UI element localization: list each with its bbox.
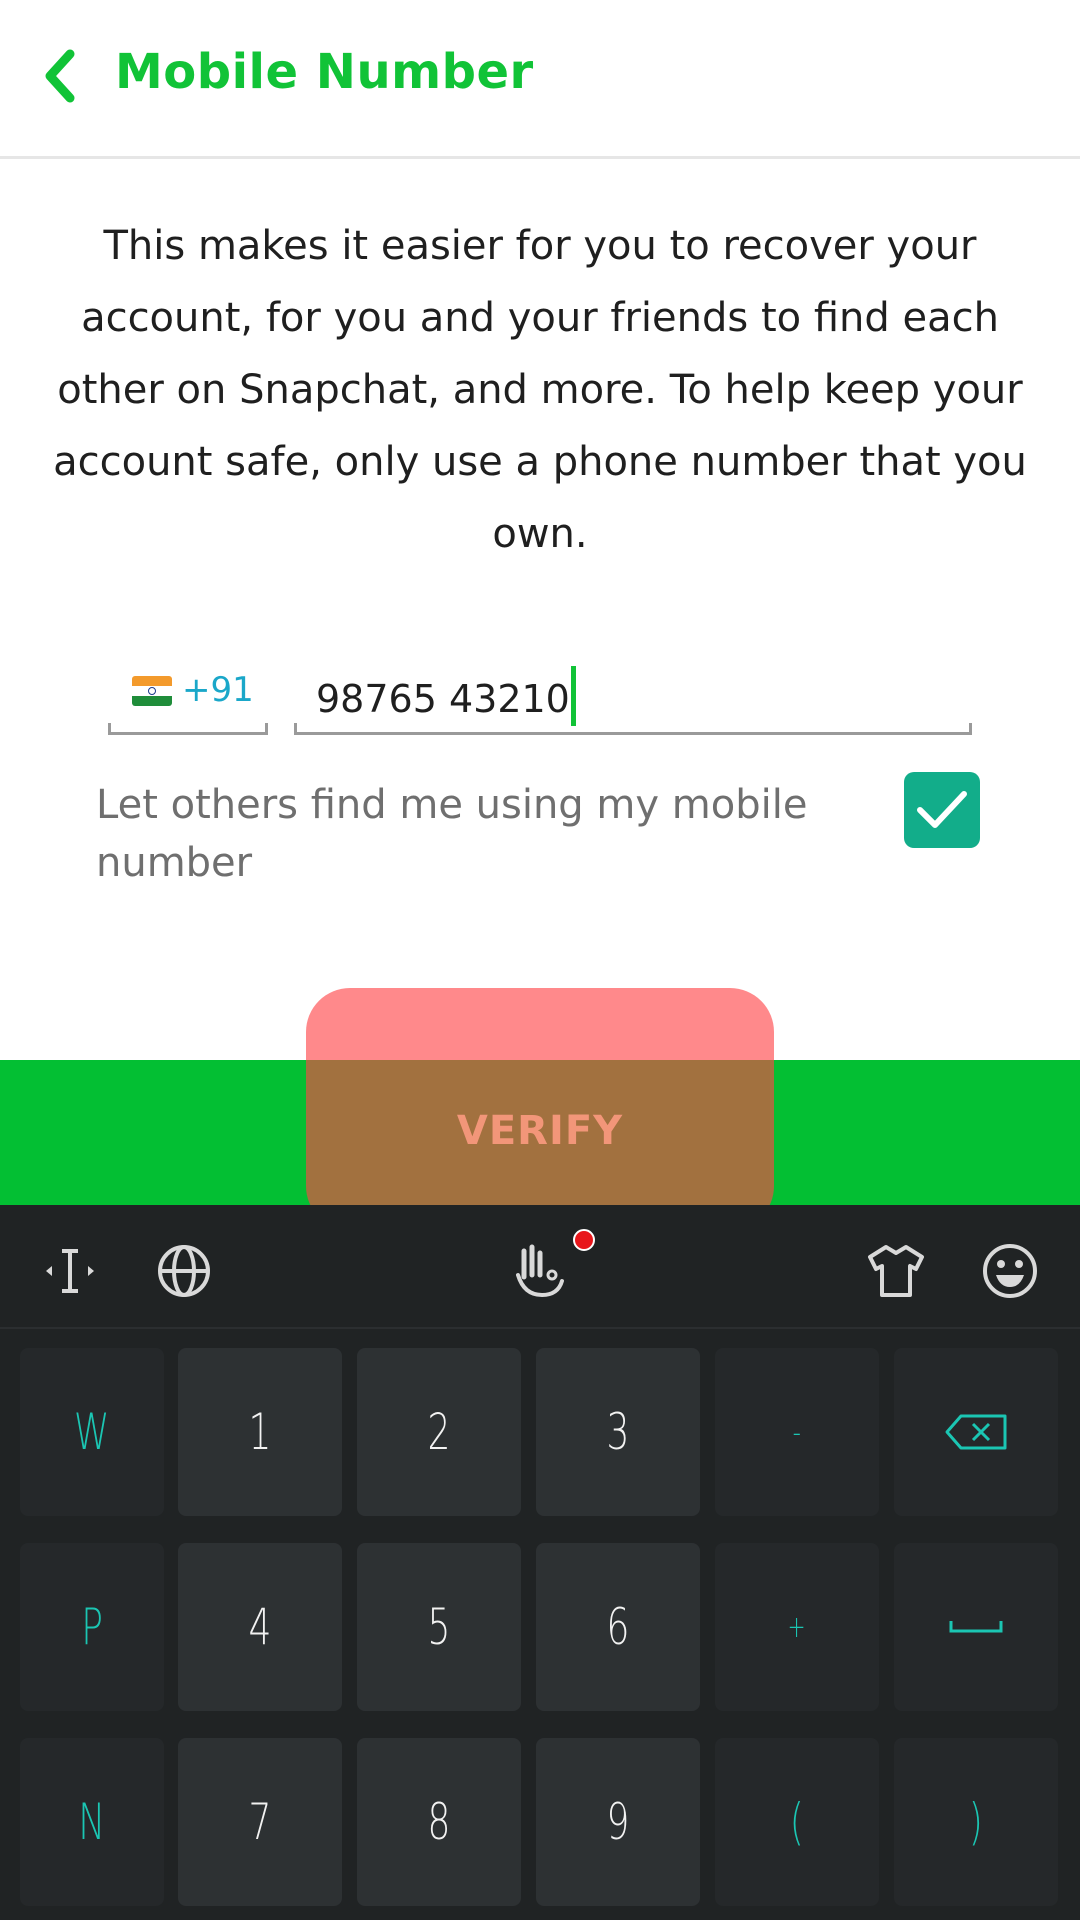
phone-number-input[interactable]: 98765 43210 xyxy=(294,660,972,735)
chevron-left-icon[interactable] xyxy=(40,48,80,104)
recording-indicator xyxy=(573,1229,595,1251)
phone-number-value: 98765 43210 xyxy=(316,666,576,726)
key-4[interactable]: 4 xyxy=(178,1543,342,1711)
key-7[interactable]: 7 xyxy=(178,1738,342,1906)
country-code-selector[interactable]: +91 xyxy=(108,660,268,735)
verify-label: VERIFY xyxy=(456,1108,624,1154)
country-code: +91 xyxy=(182,670,254,710)
find-me-checkbox[interactable] xyxy=(904,772,980,848)
key-w[interactable]: W xyxy=(20,1348,164,1516)
description-text: This makes it easier for you to recover … xyxy=(53,223,1027,557)
key-plus[interactable]: + xyxy=(715,1543,879,1711)
key-close-paren[interactable]: ) xyxy=(894,1738,1058,1906)
key-open-paren[interactable]: ( xyxy=(715,1738,879,1906)
key-5[interactable]: 5 xyxy=(357,1543,521,1711)
find-me-label: Let others find me using my mobile numbe… xyxy=(96,782,808,886)
emoji-icon[interactable] xyxy=(980,1241,1040,1301)
text-caret xyxy=(570,666,576,726)
text-cursor-icon[interactable] xyxy=(40,1241,100,1301)
page-title: Mobile Number xyxy=(115,44,534,100)
key-dash[interactable]: - xyxy=(715,1348,879,1516)
gesture-hand-icon[interactable] xyxy=(510,1241,574,1301)
key-backspace[interactable] xyxy=(894,1348,1058,1516)
key-9[interactable]: 9 xyxy=(536,1738,700,1906)
key-space[interactable] xyxy=(894,1543,1058,1711)
app-header: Mobile Number xyxy=(0,0,1080,159)
key-p[interactable]: P xyxy=(20,1543,164,1711)
key-3[interactable]: 3 xyxy=(536,1348,700,1516)
india-flag-icon xyxy=(132,676,172,706)
numeric-keyboard: W 1 2 3 - P 4 5 6 + N 7 8 9 ( ) xyxy=(0,1205,1080,1920)
space-icon xyxy=(949,1621,1003,1633)
key-1[interactable]: 1 xyxy=(178,1348,342,1516)
shirt-theme-icon[interactable] xyxy=(864,1241,928,1301)
backspace-icon xyxy=(945,1414,1007,1450)
key-n[interactable]: N xyxy=(20,1738,164,1906)
checkmark-icon xyxy=(917,791,967,828)
key-2[interactable]: 2 xyxy=(357,1348,521,1516)
verify-button[interactable]: VERIFY xyxy=(306,988,774,1230)
globe-icon[interactable] xyxy=(154,1241,214,1301)
key-8[interactable]: 8 xyxy=(357,1738,521,1906)
toolbar-divider xyxy=(0,1327,1080,1329)
key-6[interactable]: 6 xyxy=(536,1543,700,1711)
